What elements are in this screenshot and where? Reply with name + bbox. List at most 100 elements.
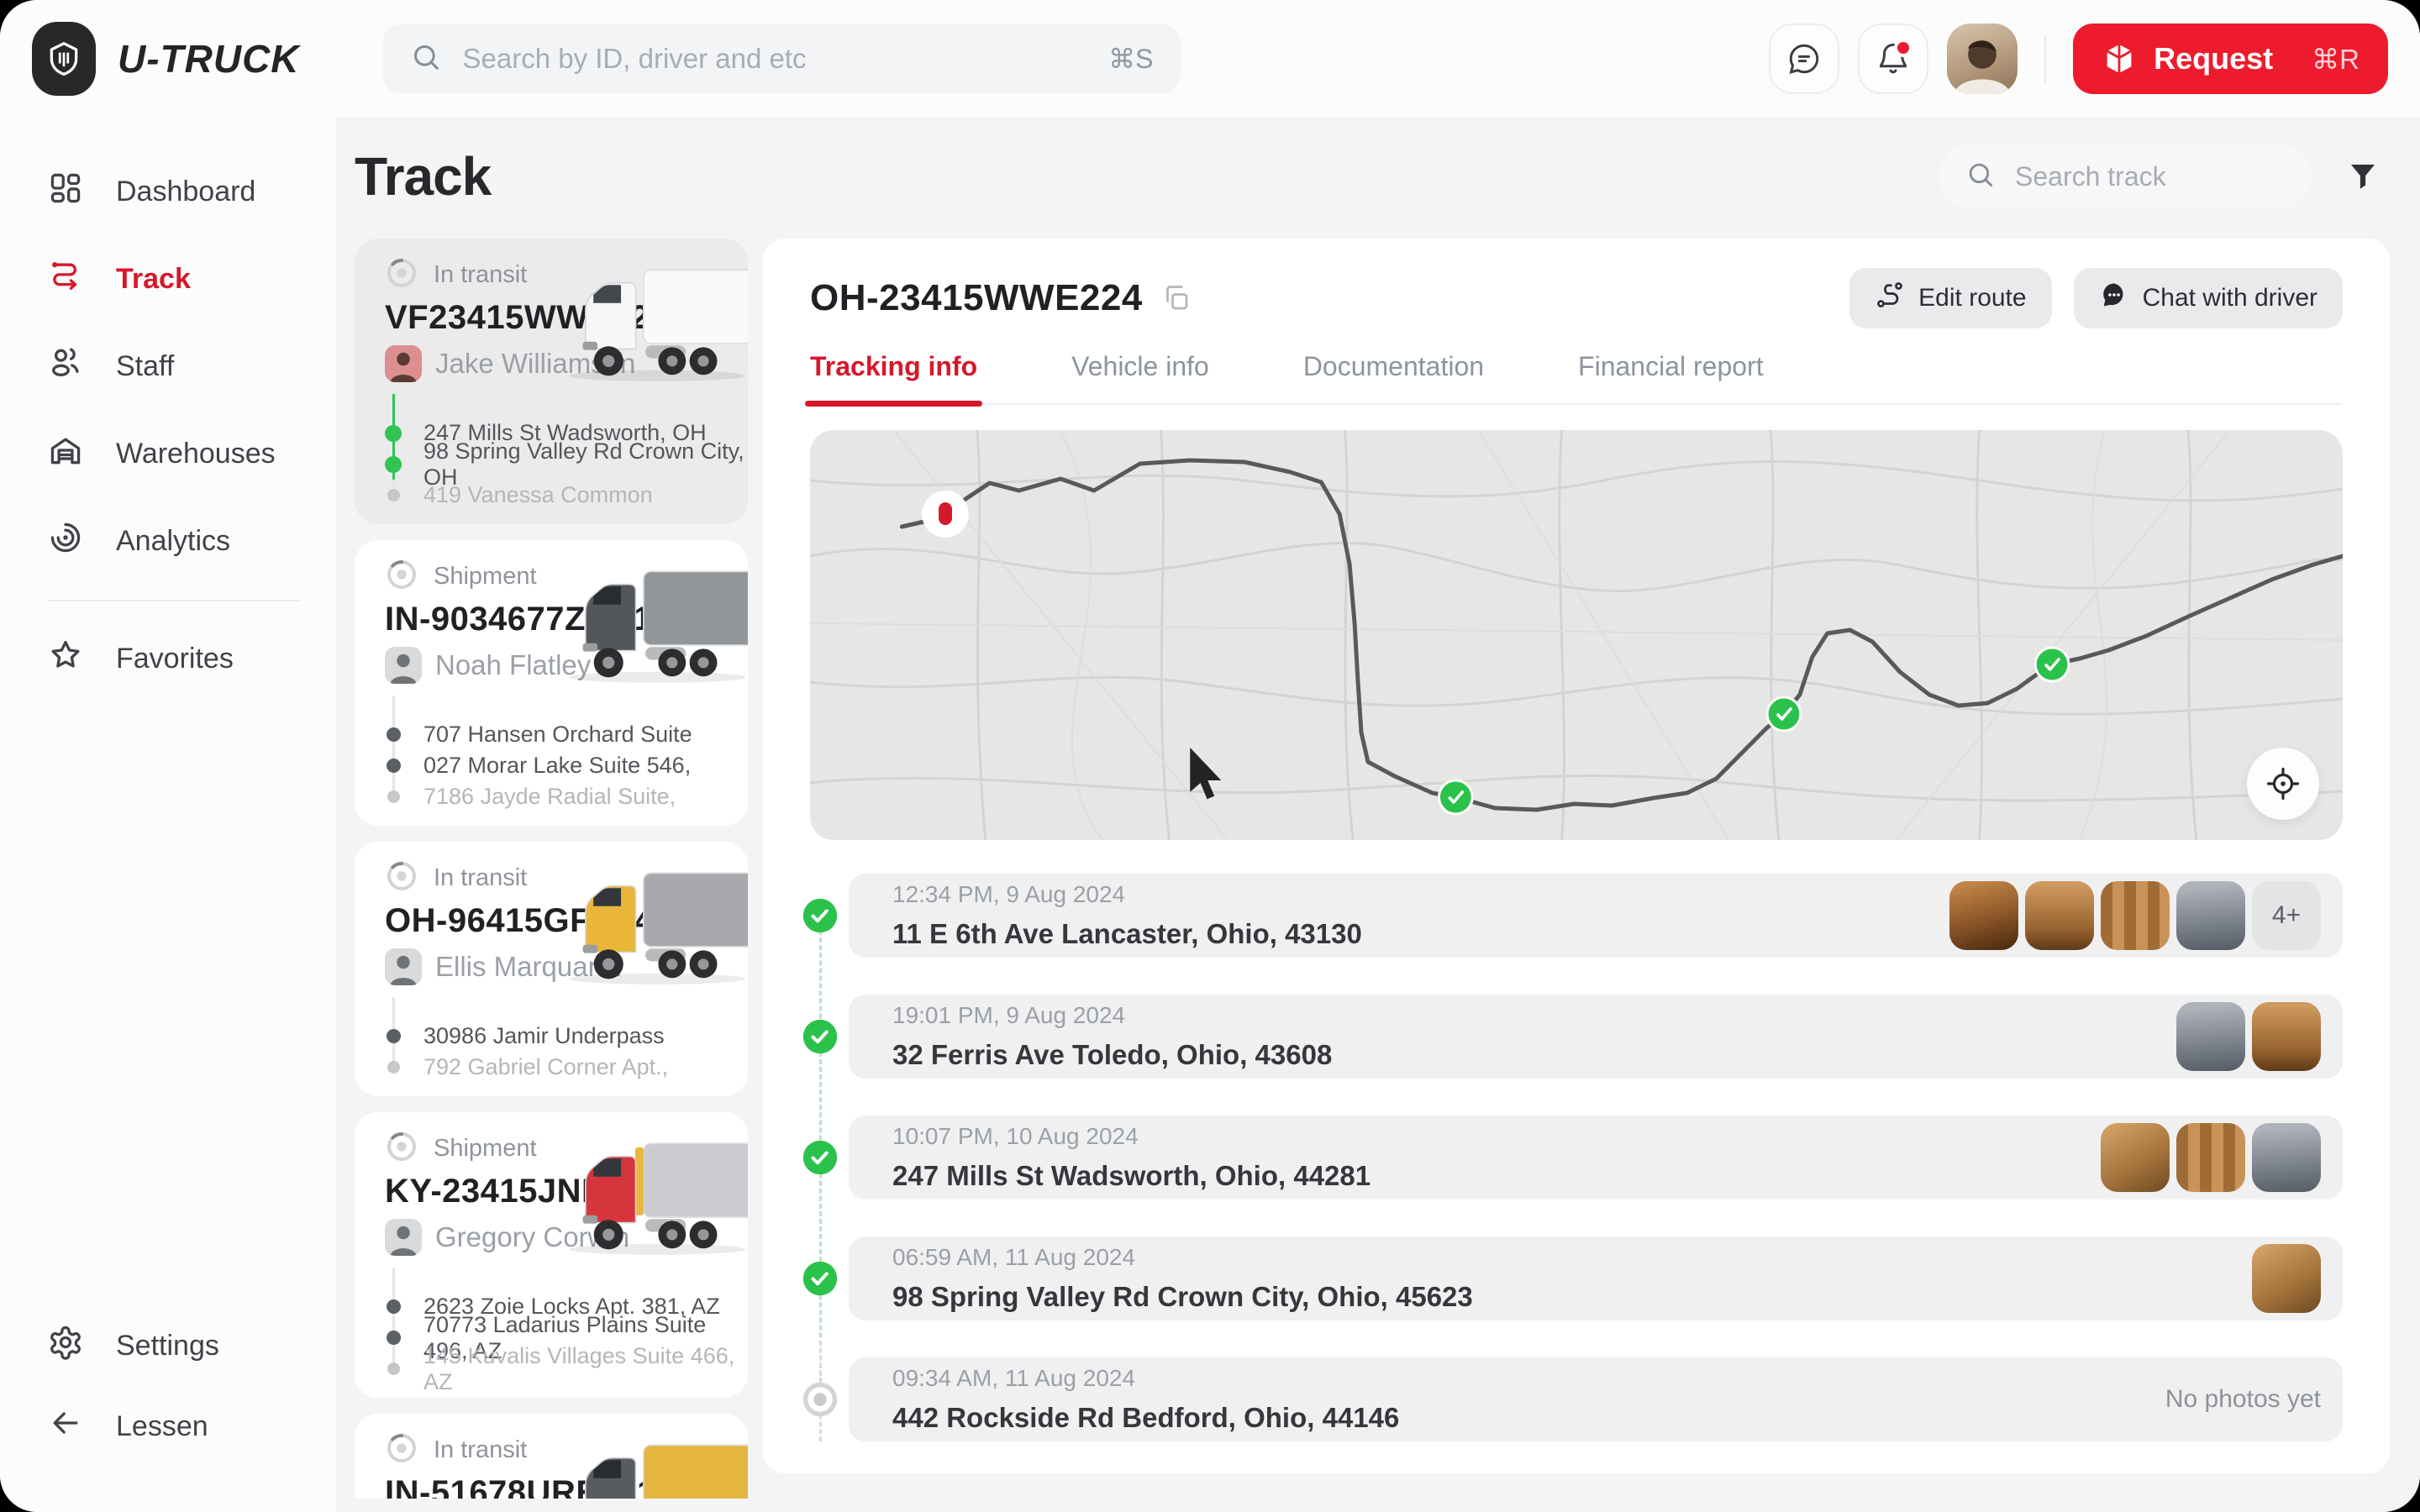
card-stop: 792 Gabriel Corner Apt.,: [424, 1052, 748, 1083]
timeline-stop-row[interactable]: 09:34 AM, 11 Aug 2024 442 Rockside Rd Be…: [849, 1357, 2343, 1441]
stop-check-icon: [802, 1260, 839, 1297]
package-icon: [2102, 41, 2137, 76]
stop-address: 145 Kuvalis Villages Suite 466, AZ: [424, 1343, 748, 1395]
checkpoint-marker-icon: [1439, 780, 1472, 814]
stop-address: 442 Rockside Rd Bedford, Ohio, 44146: [892, 1402, 1399, 1434]
stop-dot-icon: [387, 1029, 401, 1043]
driver-avatar: [385, 1219, 422, 1256]
stop-time: 10:07 PM, 10 Aug 2024: [892, 1123, 1370, 1150]
analytics-icon: [47, 519, 84, 564]
edit-route-button[interactable]: Edit route: [1849, 268, 2051, 328]
shipment-card-OH-96415GFC145[interactable]: In transit OH-96415GFC145 Ellis Marquard…: [355, 842, 748, 1096]
tab-label: Financial report: [1578, 351, 1764, 381]
topbar: U-TRUCK Search by ID, driver and etc ⌘S: [0, 0, 2420, 118]
notification-dot: [1894, 39, 1912, 57]
button-label: Chat with driver: [2143, 284, 2317, 312]
shipment-card-VF23415WWE224[interactable]: In transit VF23415WWE224 Jake Williamson…: [355, 239, 748, 524]
timeline-stop-row[interactable]: 12:34 PM, 9 Aug 2024 11 E 6th Ave Lancas…: [849, 874, 2343, 958]
stop-address: 792 Gabriel Corner Apt.,: [424, 1054, 668, 1080]
card-stop: 98 Spring Valley Rd Crown City, OH: [424, 449, 748, 480]
truck-image: [558, 1131, 748, 1265]
stop-photo[interactable]: [2176, 881, 2245, 950]
brand-logo-icon: [32, 22, 96, 96]
timeline-stop-row[interactable]: 19:01 PM, 9 Aug 2024 32 Ferris Ave Toled…: [849, 995, 2343, 1079]
card-status: Shipment: [434, 1135, 537, 1163]
notifications-button[interactable]: [1858, 24, 1928, 94]
stop-photo[interactable]: [2176, 1002, 2245, 1071]
brand-name: U-TRUCK: [118, 36, 300, 81]
star-icon: [47, 637, 84, 681]
card-status: In transit: [434, 1436, 527, 1464]
filter-button[interactable]: [2336, 150, 2390, 203]
sidebar-item-analytics[interactable]: Analytics: [0, 497, 336, 585]
stop-photo[interactable]: [2101, 1123, 2170, 1192]
stop-photo[interactable]: [2252, 1123, 2321, 1192]
global-search-input[interactable]: Search by ID, driver and etc ⌘S: [382, 24, 1181, 93]
origin-pin-icon: [922, 491, 969, 538]
stop-photo[interactable]: [2101, 881, 2170, 950]
timeline-status-column: [802, 874, 839, 1441]
route-polyline: [902, 460, 2343, 810]
timeline-stop-row[interactable]: 10:07 PM, 10 Aug 2024 247 Mills St Wadsw…: [849, 1116, 2343, 1200]
global-search-placeholder: Search by ID, driver and etc: [463, 43, 1089, 75]
stop-photo[interactable]: [2252, 1002, 2321, 1071]
sidebar-item-track[interactable]: Track: [0, 235, 336, 323]
stop-dot-icon: [385, 456, 402, 473]
card-stop: 30986 Jamir Underpass: [424, 1021, 748, 1052]
tab-label: Vehicle info: [1071, 351, 1209, 381]
sidebar-item-settings[interactable]: Settings: [0, 1305, 336, 1386]
shipment-detail-panel: OH-23415WWE224 Edit route Chat with driv…: [763, 239, 2390, 1473]
brand: U-TRUCK: [32, 22, 300, 96]
timeline-rows: 12:34 PM, 9 Aug 2024 11 E 6th Ave Lancas…: [849, 874, 2343, 1441]
stop-photo[interactable]: [2252, 1244, 2321, 1313]
timeline-stop-texts: 10:07 PM, 10 Aug 2024 247 Mills St Wadsw…: [892, 1123, 1370, 1192]
stop-photos: 4+: [1949, 881, 2321, 950]
shipment-card-KY-23415JNF155[interactable]: Shipment KY-23415JNF155 Gregory Corwin 2…: [355, 1112, 748, 1398]
chat-with-driver-button[interactable]: Chat with driver: [2074, 268, 2343, 328]
stop-photo[interactable]: [2176, 1123, 2245, 1192]
sidebar-item-warehouses[interactable]: Warehouses: [0, 410, 336, 497]
avatar-silhouette-icon: [1947, 32, 2018, 94]
request-button[interactable]: Request ⌘R: [2073, 24, 2388, 94]
more-photos-button[interactable]: 4+: [2252, 881, 2321, 950]
sidebar-collapse-button[interactable]: Lessen: [0, 1386, 336, 1467]
stop-time: 12:34 PM, 9 Aug 2024: [892, 881, 1362, 908]
settings-icon: [47, 1324, 84, 1368]
dashboard-icon: [47, 170, 84, 214]
tab-financial-report[interactable]: Financial report: [1578, 351, 1764, 403]
shipment-card-IN-51678URE401[interactable]: In transit IN-51678URE401 Jake Williamso…: [355, 1414, 748, 1499]
stop-photo[interactable]: [1949, 881, 2018, 950]
tab-documentation[interactable]: Documentation: [1303, 351, 1484, 403]
track-search-input[interactable]: Search track: [1939, 144, 2311, 209]
sidebar-item-staff[interactable]: Staff: [0, 323, 336, 410]
filter-icon: [2345, 159, 2381, 194]
timeline-stop-row[interactable]: 06:59 AM, 11 Aug 2024 98 Spring Valley R…: [849, 1236, 2343, 1320]
shipment-card-IN-9034677ZFG154[interactable]: Shipment IN-9034677ZFG154 Noah Flatley 7…: [355, 540, 748, 826]
sidebar-item-dashboard[interactable]: Dashboard: [0, 148, 336, 235]
stop-address: 027 Morar Lake Suite 546,: [424, 753, 691, 779]
copy-id-button[interactable]: [1161, 283, 1192, 313]
route-map[interactable]: [810, 430, 2343, 840]
user-avatar[interactable]: [1947, 24, 2018, 94]
stop-check-icon: [802, 1018, 839, 1055]
arrow-left-icon: [47, 1404, 84, 1449]
card-stop: 145 Kuvalis Villages Suite 466, AZ: [424, 1353, 748, 1384]
sidebar-item-favorites[interactable]: Favorites: [0, 615, 336, 702]
stop-address: 11 E 6th Ave Lancaster, Ohio, 43130: [892, 918, 1362, 950]
stop-dot-icon: [387, 790, 400, 803]
tab-tracking-info[interactable]: Tracking info: [810, 351, 977, 403]
stop-dot-icon: [387, 489, 400, 501]
locate-icon: [2265, 766, 2301, 801]
chat-bubble-icon: [1786, 41, 1822, 76]
checkpoint-marker-icon: [2035, 648, 2069, 681]
tab-label: Documentation: [1303, 351, 1484, 381]
stop-dot-icon: [387, 1061, 400, 1074]
status-progress-icon: [385, 1130, 418, 1168]
tab-vehicle-info[interactable]: Vehicle info: [1071, 351, 1209, 403]
request-label: Request: [2154, 41, 2273, 76]
messages-button[interactable]: [1769, 24, 1839, 94]
sidebar: Dashboard Track Staff Warehouses Analyti…: [0, 118, 336, 1512]
stop-photo[interactable]: [2025, 881, 2094, 950]
card-stop: 707 Hansen Orchard Suite: [424, 719, 748, 750]
locate-button[interactable]: [2247, 748, 2319, 820]
